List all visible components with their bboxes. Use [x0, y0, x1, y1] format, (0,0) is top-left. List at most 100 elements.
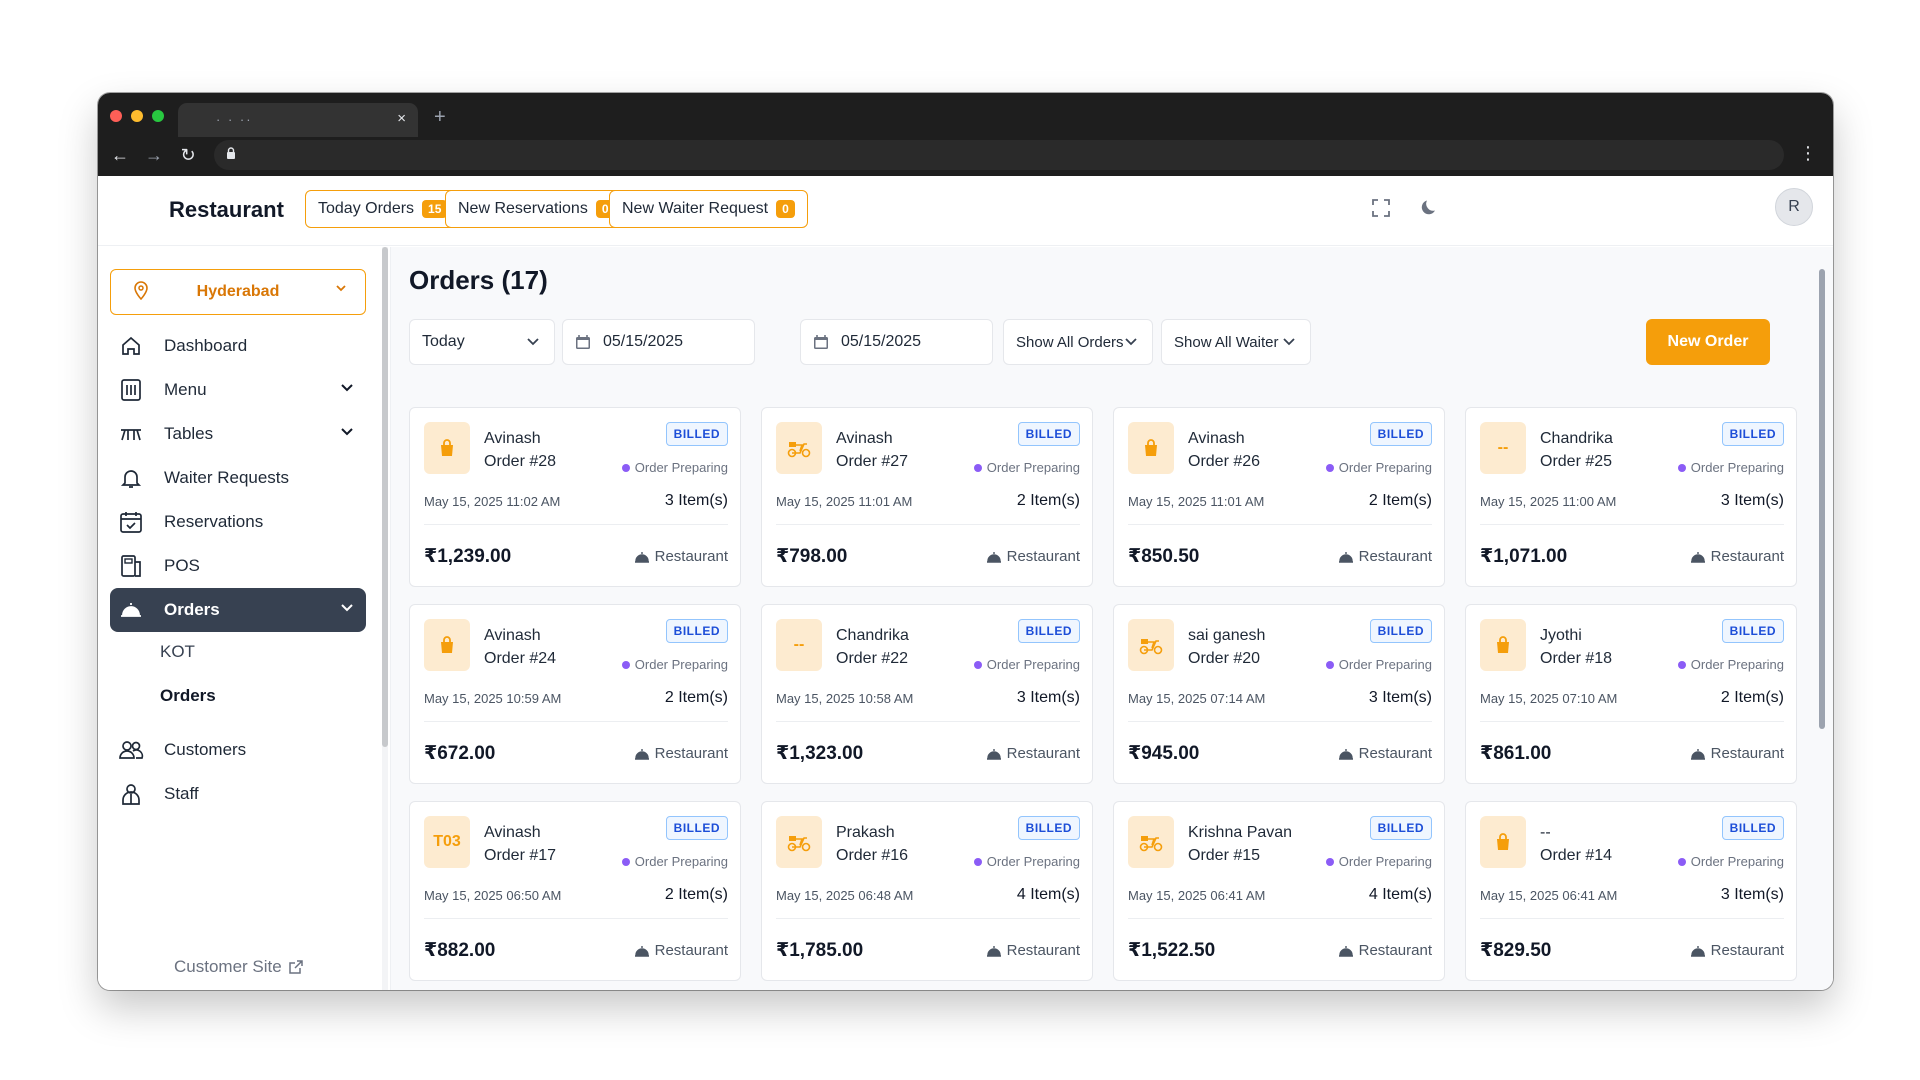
card-divider	[424, 721, 728, 722]
order-state-label: Order Preparing	[1690, 657, 1784, 672]
order-amount: ₹1,071.00	[1480, 546, 1568, 567]
address-bar[interactable]	[214, 140, 1784, 170]
table-icon	[121, 429, 141, 441]
sidebar-scroll-thumb[interactable]	[382, 247, 388, 747]
order-type-thumb	[424, 422, 470, 474]
tab-close-icon[interactable]: ×	[397, 110, 406, 127]
sidebar-item-label: Reservations	[164, 512, 264, 531]
new-tab-button[interactable]: +	[434, 106, 446, 129]
order-card[interactable]: sai ganesh Order #20 BILLED Order Preparing…	[1113, 604, 1445, 784]
order-card[interactable]: Krishna Pavan Order #15 BILLED Order Prepar…	[1113, 801, 1445, 981]
order-type-thumb	[1128, 422, 1174, 474]
order-card[interactable]: Avinash Order #24 BILLED Order Preparing May…	[409, 604, 741, 784]
order-source-label: Restaurant	[654, 942, 728, 959]
tab-title: · · ··	[216, 112, 253, 127]
item-count: 2 Item(s)	[1720, 689, 1784, 706]
order-state: Order Preparing	[1325, 657, 1432, 672]
main-scrollbar[interactable]	[1819, 257, 1825, 987]
avatar[interactable]: R	[1775, 188, 1813, 226]
forward-icon[interactable]: →	[144, 145, 164, 166]
order-card[interactable]: -- Chandrika Order #22 BILLED Order Preparin…	[761, 604, 1093, 784]
order-card[interactable]: -- Chandrika Order #25 BILLED Order Preparin…	[1465, 407, 1797, 587]
order-amount: ₹798.00	[776, 546, 848, 567]
date-from-value: 05/15/2025	[603, 333, 684, 350]
status-dot-icon	[621, 463, 630, 472]
close-window-button[interactable]	[110, 110, 122, 122]
customer-site-link[interactable]: Customer Site	[174, 957, 304, 977]
card-divider	[776, 721, 1080, 722]
location-select[interactable]: Hyderabad	[110, 269, 366, 315]
sidebar-item-waiter-requests[interactable]: Waiter Requests	[110, 456, 366, 500]
order-number: Order #20	[1188, 650, 1261, 667]
date-from-input[interactable]: 05/15/2025	[562, 319, 755, 365]
cloche-icon	[986, 945, 1001, 957]
sidebar-subitem-kot[interactable]: KOT	[160, 642, 195, 662]
order-type-thumb	[776, 422, 822, 474]
sidebar-item-menu[interactable]: Menu	[110, 368, 366, 412]
maximize-window-button[interactable]	[152, 110, 164, 122]
order-date: May 15, 2025 11:02 AM	[424, 494, 561, 509]
sidebar-subitem-orders[interactable]: Orders	[160, 686, 216, 706]
order-amount: ₹945.00	[1128, 743, 1200, 764]
browser-window: · · ·· × + ← → ↻ ⋮ Restaurant « Today Or…	[98, 93, 1833, 990]
order-type-thumb	[1128, 816, 1174, 868]
order-source-label: Restaurant	[1710, 745, 1784, 762]
order-card[interactable]: Prakash Order #16 BILLED Order Preparing May…	[761, 801, 1093, 981]
card-divider	[776, 524, 1080, 525]
order-card[interactable]: T03 Avinash Order #17 BILLED Order Preparing…	[409, 801, 741, 981]
browser-menu-icon[interactable]: ⋮	[1799, 143, 1817, 164]
reload-icon[interactable]: ↻	[178, 145, 198, 166]
sidebar-item-tables[interactable]: Tables	[110, 412, 366, 456]
status-badge: BILLED	[1721, 619, 1784, 643]
status-badge: BILLED	[1369, 422, 1432, 446]
shopping-bag-icon	[1497, 636, 1509, 653]
sidebar-item-pos[interactable]: POS	[110, 544, 366, 588]
order-state-label: Order Preparing	[1338, 460, 1432, 475]
order-state-label: Order Preparing	[634, 854, 728, 869]
customer-name: Jyothi	[1540, 627, 1582, 644]
order-number: Order #14	[1540, 847, 1613, 864]
new-order-button[interactable]: New Order	[1646, 319, 1770, 365]
back-icon[interactable]: ←	[110, 145, 130, 166]
order-card[interactable]: Avinash Order #26 BILLED Order Preparing May…	[1113, 407, 1445, 587]
order-source: Restaurant	[1338, 942, 1432, 959]
order-card[interactable]: Jyothi Order #18 BILLED Order Preparing May …	[1465, 604, 1797, 784]
waiter-filter-value: Show All Waiter	[1174, 333, 1279, 351]
order-source: Restaurant	[1690, 548, 1784, 565]
sidebar-scrollbar[interactable]	[382, 247, 388, 990]
item-count: 2 Item(s)	[1016, 492, 1080, 509]
period-select[interactable]: Today	[409, 319, 555, 365]
sidebar-item-staff[interactable]: Staff	[110, 772, 366, 816]
order-state-label: Order Preparing	[634, 460, 728, 475]
orders-filter-select[interactable]: Show All Orders	[1003, 319, 1153, 365]
dark-mode-icon[interactable]	[1420, 197, 1440, 217]
sidebar-item-dashboard[interactable]: Dashboard	[110, 324, 366, 368]
sidebar-item-orders[interactable]: Orders	[110, 588, 366, 632]
sidebar-item-reservations[interactable]: Reservations	[110, 500, 366, 544]
main-scroll-thumb[interactable]	[1819, 269, 1825, 729]
order-date: May 15, 2025 11:01 AM	[1128, 494, 1265, 509]
order-date: May 15, 2025 06:41 AM	[1480, 888, 1618, 903]
order-state: Order Preparing	[1325, 854, 1432, 869]
status-badge: BILLED	[1017, 619, 1080, 643]
order-source-label: Restaurant	[1710, 942, 1784, 959]
order-card[interactable]: Avinash Order #28 BILLED Order Preparing May…	[409, 407, 741, 587]
browser-tab[interactable]: · · ·· ×	[178, 103, 418, 137]
order-card[interactable]: Avinash Order #27 BILLED Order Preparing May…	[761, 407, 1093, 587]
new-reservations-button[interactable]: New Reservations 0	[445, 190, 628, 228]
order-type-thumb	[424, 619, 470, 671]
order-card[interactable]: -- Order #14 BILLED Order Preparing May 15, …	[1465, 801, 1797, 981]
order-source-label: Restaurant	[1358, 548, 1432, 565]
sidebar-item-customers[interactable]: Customers	[110, 728, 366, 772]
status-badge: BILLED	[665, 816, 728, 840]
order-amount: ₹861.00	[1480, 743, 1552, 764]
order-state: Order Preparing	[621, 854, 728, 869]
fullscreen-icon[interactable]	[1371, 198, 1391, 218]
date-to-input[interactable]: 05/15/2025	[800, 319, 993, 365]
today-orders-button[interactable]: Today Orders 15	[305, 190, 461, 228]
waiter-filter-select[interactable]: Show All Waiter	[1161, 319, 1311, 365]
new-waiter-request-button[interactable]: New Waiter Request 0	[609, 190, 808, 228]
order-type-thumb: --	[776, 619, 822, 671]
minimize-window-button[interactable]	[131, 110, 143, 122]
cloche-icon	[1338, 551, 1353, 563]
